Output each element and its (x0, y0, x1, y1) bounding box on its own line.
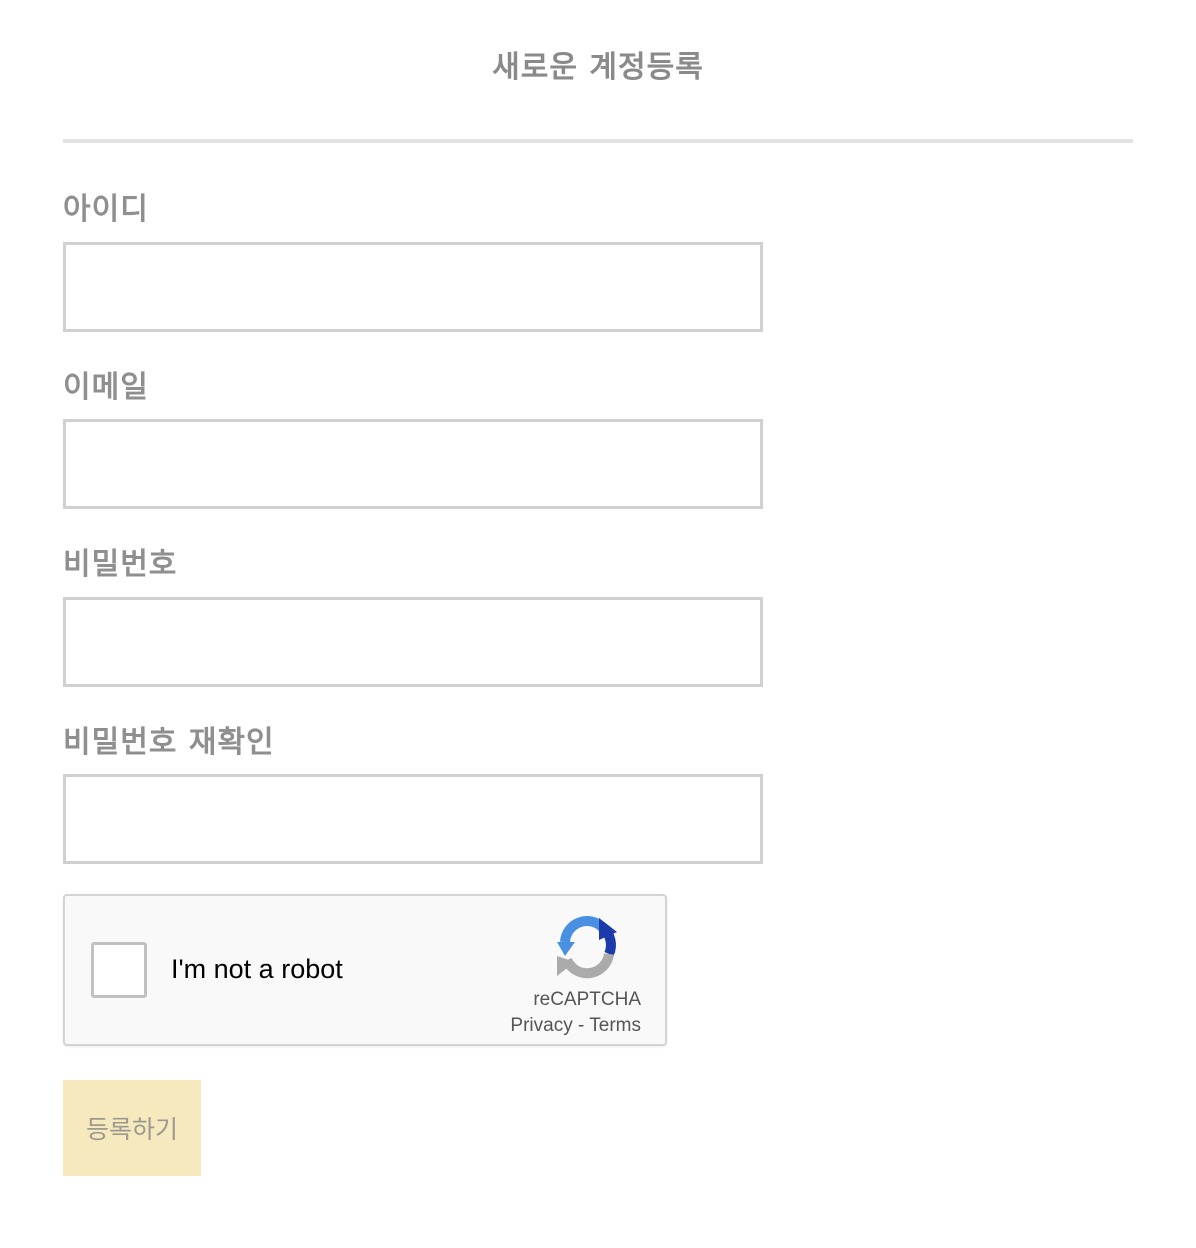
recaptcha-logo-icon (557, 916, 617, 979)
recaptcha-terms-link[interactable]: Terms (589, 1015, 641, 1036)
recaptcha-privacy-link[interactable]: Privacy (510, 1015, 572, 1036)
username-input[interactable] (63, 242, 763, 332)
recaptcha-link-separator: - (572, 1015, 590, 1036)
recaptcha-links: Privacy - Terms (510, 1014, 641, 1038)
password-confirm-input[interactable] (63, 774, 763, 864)
page-title: 새로운 계정등록 (492, 50, 704, 85)
password-input[interactable] (63, 597, 763, 687)
username-label: 아이디 (63, 192, 149, 227)
header-divider (63, 139, 1133, 143)
password-confirm-label: 비밀번호 재확인 (63, 725, 275, 760)
recaptcha-widget: I'm not a robot reCAPTCHA Privacy - Term… (63, 894, 667, 1046)
register-button[interactable]: 등록하기 (63, 1080, 201, 1176)
email-label: 이메일 (63, 370, 149, 405)
password-label: 비밀번호 (63, 547, 178, 582)
email-input[interactable] (63, 419, 763, 509)
recaptcha-label: I'm not a robot (171, 954, 343, 984)
recaptcha-brand: reCAPTCHA (533, 989, 641, 1010)
recaptcha-checkbox[interactable] (91, 942, 147, 998)
